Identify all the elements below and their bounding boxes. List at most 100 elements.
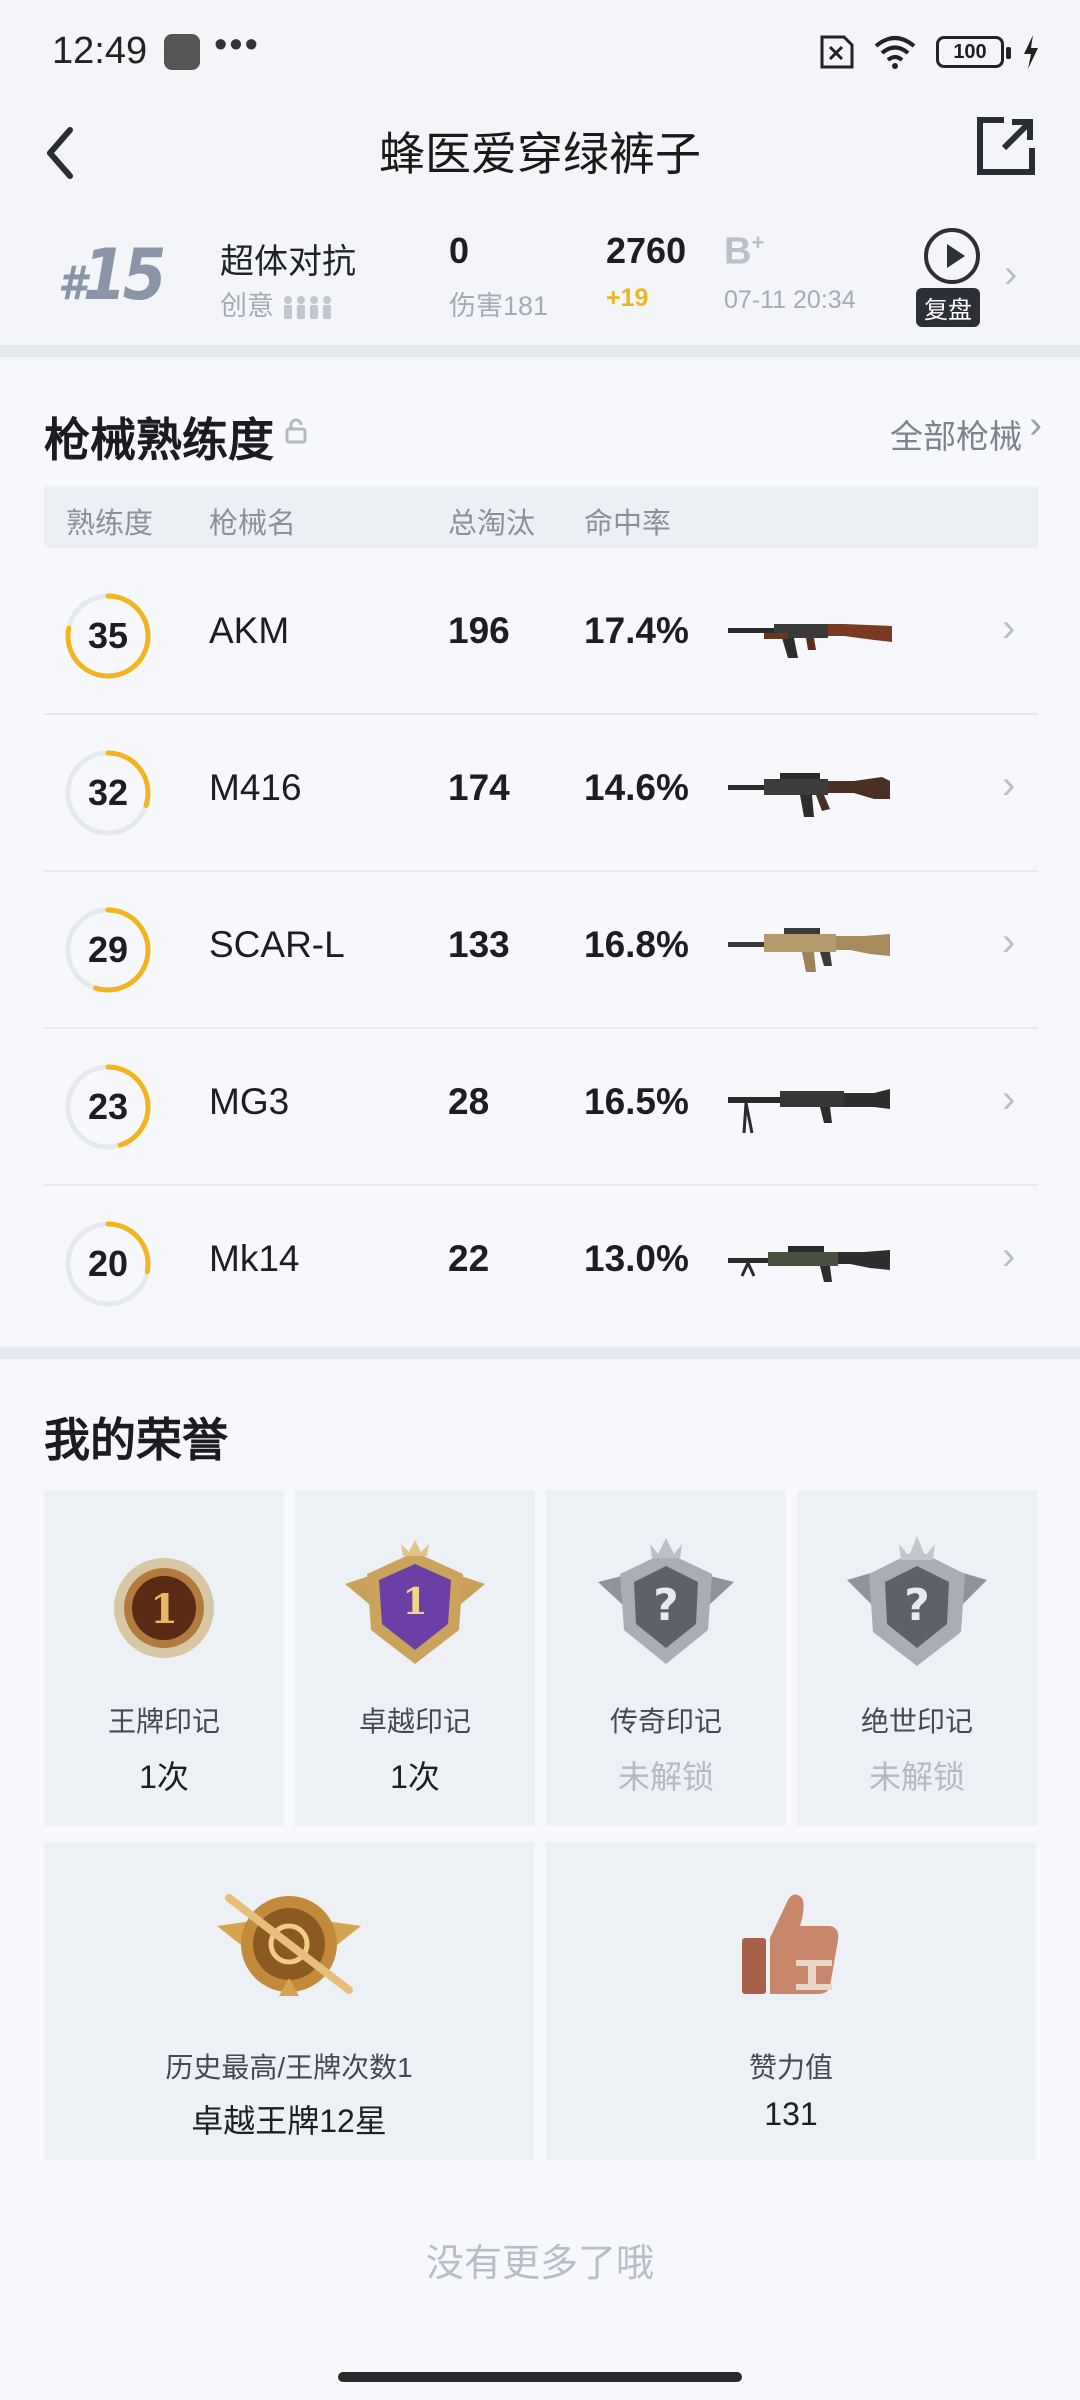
honor-badge-excellence[interactable]: 1 卓越印记 1次	[295, 1490, 535, 1826]
match-summary-row[interactable]: #15 超体对抗 创意 0 伤害181 2760 +19 B+ 07-11 20…	[0, 212, 1080, 342]
weapon-kills: 133	[448, 924, 510, 965]
replay-button[interactable]: 复盘	[912, 226, 990, 330]
highest-label: 历史最高/王牌次数1	[165, 2052, 413, 2083]
column-header: 熟练度	[66, 508, 154, 540]
chevron-right-icon: ›	[1029, 404, 1042, 446]
chevron-right-icon: ›	[1002, 920, 1016, 964]
page-title: 蜂医爱穿绿裤子	[379, 128, 701, 180]
badge-value: 1次	[139, 1759, 189, 1795]
more-notifications-icon: •••	[214, 24, 260, 66]
match-rank: #15	[58, 234, 166, 316]
score-delta: +19	[606, 284, 649, 312]
proficiency-level: 29	[87, 929, 129, 970]
mk14-rifle-icon	[728, 1246, 890, 1282]
table-header: 熟练度 枪械名 总淘汰 命中率	[44, 486, 1038, 548]
column-header: 总淘汰	[448, 508, 536, 540]
proficiency-level: 32	[87, 772, 129, 813]
chevron-right-icon: ›	[1004, 252, 1018, 296]
weapon-kills: 22	[448, 1238, 490, 1279]
svg-text:?: ?	[653, 1580, 679, 1631]
scar-l-rifle-icon	[728, 928, 890, 972]
match-time: 07-11 20:34	[724, 286, 856, 314]
sim-off-icon	[820, 35, 854, 69]
weapon-proficiency-section: 枪械熟练度 全部枪械 › 熟练度 枪械名 总淘汰 命中率 35 AKM 196 …	[0, 360, 1080, 1345]
share-button[interactable]	[974, 114, 1038, 178]
app-notification-icon	[164, 34, 200, 70]
header: 蜂医爱穿绿裤子	[0, 100, 1080, 210]
weapon-accuracy: 17.4%	[584, 610, 689, 651]
honor-badge-ace[interactable]: 1 王牌印记 1次	[44, 1490, 284, 1826]
badge-label: 绝世印记	[860, 1706, 973, 1737]
section-title: 枪械熟练度	[44, 414, 274, 466]
mode-name: 超体对抗	[220, 243, 356, 281]
all-weapons-link[interactable]: 全部枪械	[890, 410, 1022, 458]
match-score: 2760	[606, 230, 687, 271]
section-title: 我的荣誉	[44, 1414, 228, 1466]
weapon-accuracy: 14.6%	[584, 767, 689, 808]
home-indicator[interactable]	[338, 2372, 742, 2382]
honor-badge-legend[interactable]: ? 传奇印记 未解锁	[546, 1490, 786, 1826]
excellence-badge-icon: 1	[345, 1540, 485, 1664]
proficiency-level: 20	[87, 1243, 129, 1284]
ace-medal-icon: 1	[114, 1558, 214, 1658]
match-damage: 伤害181	[449, 291, 549, 321]
wifi-icon	[874, 36, 916, 69]
weapon-accuracy: 16.5%	[584, 1081, 689, 1122]
badge-label: 传奇印记	[609, 1706, 722, 1737]
mg3-machinegun-icon	[728, 1089, 890, 1134]
weapon-accuracy: 13.0%	[584, 1238, 689, 1279]
chevron-right-icon: ›	[1002, 763, 1016, 807]
weapon-accuracy: 16.8%	[584, 924, 689, 965]
match-grade: B+	[724, 230, 765, 273]
honor-badge-peerless[interactable]: ? 绝世印记 未解锁	[797, 1490, 1037, 1826]
weapon-row[interactable]: 23 MG3 28 16.5% ›	[44, 1029, 1038, 1186]
peerless-badge-icon: ?	[847, 1536, 987, 1666]
likes-value: 131	[764, 2096, 818, 2132]
weapon-kills: 174	[448, 767, 510, 808]
proficiency-level: 35	[87, 615, 129, 656]
column-header: 枪械名	[209, 508, 297, 540]
chevron-right-icon: ›	[1002, 1077, 1016, 1121]
m416-rifle-icon	[728, 773, 890, 817]
no-more-text: 没有更多了哦	[425, 2243, 654, 2285]
badge-label: 王牌印记	[107, 1706, 220, 1737]
divider	[0, 345, 1080, 357]
thumbs-up-icon	[742, 1894, 839, 1994]
badge-value: 未解锁	[868, 1759, 965, 1795]
status-bar: 12:49 ••• 100	[0, 0, 1080, 100]
charging-icon	[1024, 35, 1038, 69]
match-kills: 0	[449, 230, 470, 271]
divider	[0, 1347, 1080, 1359]
weapon-row[interactable]: 32 M416 174 14.6% ›	[44, 715, 1038, 872]
column-header: 命中率	[584, 508, 672, 540]
ace-tier-emblem-icon	[217, 1894, 361, 1996]
squad-icon	[283, 295, 331, 319]
highest-tier-card[interactable]: 历史最高/王牌次数1 卓越王牌12星	[44, 1842, 534, 2160]
svg-text:?: ?	[904, 1580, 930, 1631]
weapon-kills: 196	[448, 610, 510, 651]
chevron-right-icon: ›	[1002, 606, 1016, 650]
weapon-name: SCAR-L	[209, 924, 345, 965]
legend-badge-icon: ?	[598, 1538, 734, 1664]
svg-text:1: 1	[402, 1581, 427, 1623]
mode-sub: 创意	[220, 284, 334, 323]
svg-text:1: 1	[150, 1586, 178, 1633]
badge-label: 卓越印记	[358, 1706, 471, 1737]
likes-label: 赞力值	[748, 2052, 833, 2083]
replay-label: 复盘	[916, 288, 980, 327]
weapon-row[interactable]: 20 Mk14 22 13.0% ›	[44, 1186, 1038, 1343]
weapon-row[interactable]: 35 AKM 196 17.4% ›	[44, 558, 1038, 715]
badge-value: 未解锁	[617, 1759, 714, 1795]
likes-card[interactable]: 赞力值 131	[546, 1842, 1036, 2160]
weapon-name: M416	[209, 767, 302, 808]
weapon-name: Mk14	[209, 1238, 300, 1279]
chevron-right-icon: ›	[1002, 1234, 1016, 1278]
battery-icon: 100	[936, 36, 1011, 68]
lock-icon	[285, 418, 307, 444]
highest-value: 卓越王牌12星	[191, 2103, 387, 2139]
weapon-name: AKM	[209, 610, 290, 651]
weapon-row[interactable]: 29 SCAR-L 133 16.8% ›	[44, 872, 1038, 1029]
status-time: 12:49	[52, 30, 148, 72]
badge-value: 1次	[390, 1759, 440, 1795]
replay-icon	[924, 228, 980, 284]
